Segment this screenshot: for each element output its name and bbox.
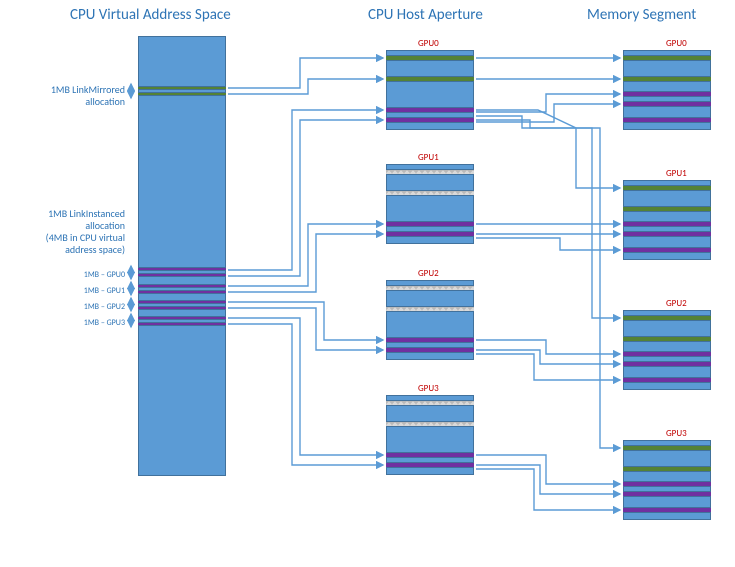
- ms-gpu3-instanced: [623, 507, 711, 513]
- arrow-cha-ms-gpu1-mirror: [476, 110, 620, 188]
- cha-gpu3-instanced: [386, 452, 474, 458]
- cha-gpu1-hatch: [386, 190, 474, 196]
- arrow-cha-ms-gpu1-inst-c: [476, 238, 620, 250]
- arrow-cha-ms-gpu2-inst-a: [476, 340, 620, 354]
- cha-gpu0-label: GPU0: [418, 38, 439, 49]
- cva-column: [138, 36, 226, 476]
- ms-gpu0-instanced: [623, 91, 711, 97]
- ms-gpu1-instanced: [623, 221, 711, 227]
- arrow-cva-cha-gpu1-b: [228, 234, 383, 292]
- ms-gpu2-label: GPU2: [666, 298, 687, 309]
- cha-gpu2: [386, 280, 474, 360]
- ms-gpu0: [623, 50, 711, 130]
- cva-mirrored-stripe: [138, 92, 226, 96]
- cha-gpu1-label: GPU1: [418, 152, 439, 163]
- ms-gpu0-instanced: [623, 101, 711, 107]
- ms-gpu1-mirrored: [623, 206, 711, 212]
- ms-gpu2: [623, 310, 711, 390]
- arrow-cva-cha-gpu0-b: [228, 120, 383, 276]
- arrow-cha-ms-gpu0-inst-a: [476, 94, 620, 112]
- cva-instanced-stripe: [138, 306, 226, 310]
- ms-gpu2-mirrored: [623, 336, 711, 342]
- arrow-cha-ms-gpu2-mirror: [476, 120, 620, 318]
- ms-gpu0-label: GPU0: [666, 38, 687, 49]
- ms-gpu3-label: GPU3: [666, 428, 687, 439]
- arrow-cha-ms-gpu3-inst-c: [476, 469, 620, 510]
- label-mirrored-l2: allocation: [85, 95, 125, 108]
- ms-gpu1-label: GPU1: [666, 168, 687, 179]
- cha-gpu1-instanced: [386, 231, 474, 237]
- arrow-cha-ms-gpu2-inst-c: [476, 354, 620, 380]
- ms-gpu3-instanced: [623, 491, 711, 497]
- cha-gpu3: [386, 395, 474, 475]
- arrow-cva-cha-mirrored: [228, 58, 383, 88]
- cha-gpu2-hatch: [386, 285, 474, 291]
- cha-gpu3-instanced: [386, 462, 474, 468]
- cha-gpu2-label: GPU2: [418, 268, 439, 279]
- arrow-cha-ms-gpu0-inst-b: [476, 104, 620, 122]
- cha-gpu0-mirrored: [386, 76, 474, 82]
- cva-instanced-stripe: [138, 322, 226, 326]
- ms-gpu1-instanced: [623, 231, 711, 237]
- label-mb-gpu3: 1MB – GPU3: [84, 319, 125, 329]
- header-cha: CPU Host Aperture: [368, 6, 483, 24]
- cha-gpu2-instanced: [386, 347, 474, 353]
- ms-gpu1: [623, 180, 711, 260]
- cha-gpu2-hatch: [386, 306, 474, 312]
- ms-gpu2-instanced: [623, 351, 711, 357]
- cha-gpu3-label: GPU3: [418, 383, 439, 394]
- cva-mirrored-stripe: [138, 86, 226, 90]
- ms-gpu3-instanced: [623, 481, 711, 487]
- cha-gpu1-hatch: [386, 169, 474, 175]
- arrow-cva-cha-gpu0-a: [228, 110, 383, 270]
- cva-instanced-stripe: [138, 267, 226, 271]
- label-instanced-l4: address space): [65, 243, 125, 256]
- cva-instanced-stripe: [138, 316, 226, 320]
- cva-instanced-stripe: [138, 290, 226, 294]
- cva-instanced-stripe: [138, 284, 226, 288]
- arrow-cva-cha-gpu2-b: [228, 308, 383, 350]
- cha-gpu0-mirrored: [386, 55, 474, 61]
- ms-gpu3-mirrored: [623, 466, 711, 472]
- cha-gpu0: [386, 50, 474, 130]
- cha-gpu2-instanced: [386, 337, 474, 343]
- label-mb-gpu1: 1MB – GPU1: [84, 287, 125, 297]
- cha-gpu3-hatch: [386, 400, 474, 406]
- cva-instanced-stripe: [138, 273, 226, 277]
- arrow-cha-ms-gpu3-inst-b: [476, 465, 620, 494]
- ms-gpu3-mirrored: [623, 445, 711, 451]
- cha-gpu1: [386, 164, 474, 244]
- arrow-cva-cha-mirrored: [228, 79, 383, 94]
- cva-instanced-stripe: [138, 300, 226, 304]
- arrow-cha-ms-gpu2-inst-b: [476, 350, 620, 364]
- cha-gpu3-hatch: [386, 421, 474, 427]
- label-mb-gpu2: 1MB – GPU2: [84, 303, 125, 313]
- header-cva: CPU Virtual Address Space: [70, 6, 231, 24]
- ms-gpu2-instanced: [623, 361, 711, 367]
- header-ms: Memory Segment: [587, 6, 696, 24]
- ms-gpu2-mirrored: [623, 315, 711, 321]
- ms-gpu2-instanced: [623, 377, 711, 383]
- label-mb-gpu0: 1MB – GPU0: [84, 271, 125, 281]
- arrow-cha-ms-gpu3-mirror: [476, 116, 620, 448]
- arrow-cva-cha-gpu3-b: [228, 324, 383, 465]
- ms-gpu1-mirrored: [623, 185, 711, 191]
- cha-gpu1-instanced: [386, 221, 474, 227]
- label-instanced: 1MB LinkInstanced allocation (4MB in CPU…: [15, 208, 125, 256]
- ms-gpu0-instanced: [623, 117, 711, 123]
- cha-gpu0-instanced: [386, 117, 474, 123]
- arrow-cva-cha-gpu3-a: [228, 318, 383, 455]
- cha-gpu0-instanced: [386, 107, 474, 113]
- arrow-cva-cha-gpu2-a: [228, 302, 383, 340]
- ms-gpu1-instanced: [623, 247, 711, 253]
- ms-gpu0-mirrored: [623, 55, 711, 61]
- ms-gpu0-mirrored: [623, 76, 711, 82]
- ms-gpu3: [623, 440, 711, 520]
- arrow-cva-cha-gpu1-a: [228, 224, 383, 286]
- arrow-cha-ms-gpu3-inst-a: [476, 455, 620, 484]
- label-mirrored: 1MB LinkMirrored allocation: [25, 84, 125, 108]
